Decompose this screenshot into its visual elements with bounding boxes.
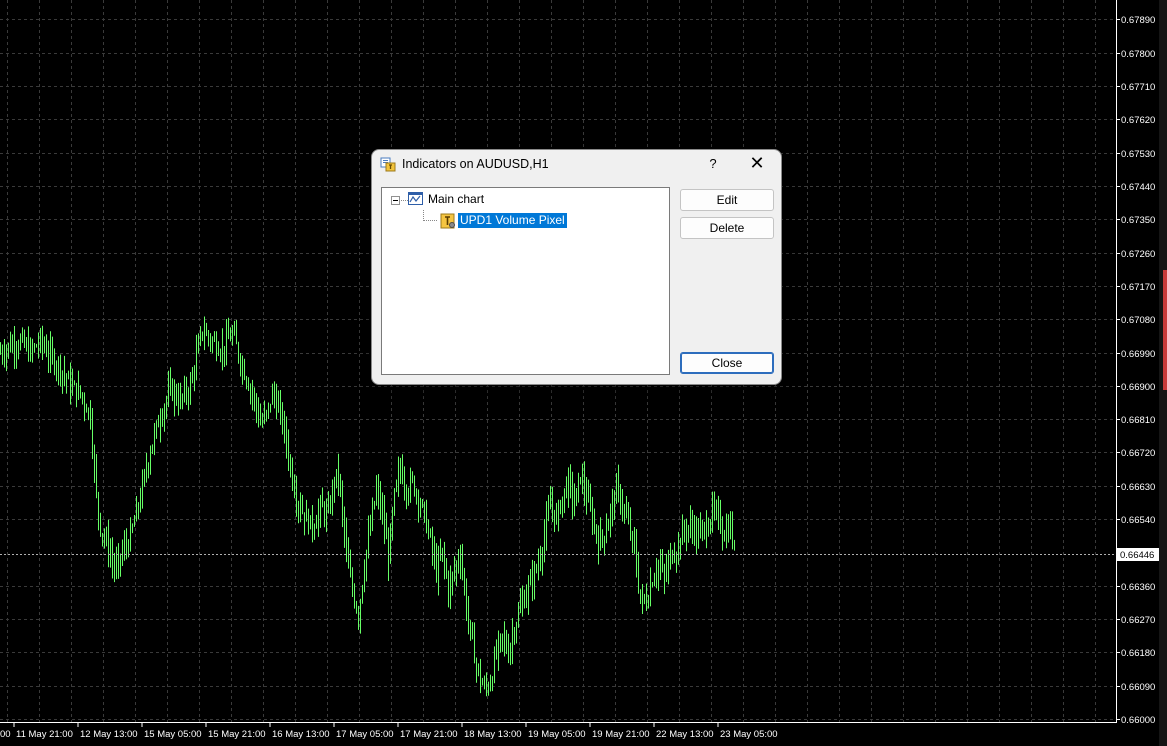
indicator-tree[interactable]: Main chart UPD1 Volume Pixel [381,187,670,375]
price-tick-label: 0.66360 [1121,582,1155,593]
time-tick-label: 23 May 05:00 [720,729,778,740]
price-tick-label: 0.66180 [1121,648,1155,659]
close-icon[interactable]: ✕ [744,153,770,175]
price-tick-label: 0.67800 [1121,49,1155,60]
time-tick-label: 15 May 21:00 [208,729,266,740]
custom-indicator-icon [440,213,455,229]
price-tick-label: 0.66540 [1121,515,1155,526]
collapse-icon[interactable] [391,196,400,205]
tree-connector [424,220,437,221]
price-tick-label: 0.67440 [1121,182,1155,193]
indicators-dialog: Indicators on AUDUSD,H1 ? ✕ Main chart U… [371,149,782,385]
price-tick-label: 0.67170 [1121,282,1155,293]
indicators-icon [380,157,396,172]
help-button[interactable]: ? [702,153,724,175]
right-edge-accent [1163,270,1167,390]
price-tick-label: 0.67080 [1121,315,1155,326]
edit-button[interactable]: Edit [680,189,774,211]
price-tick-label: 0.66900 [1121,382,1155,393]
price-tick-label: 0.67530 [1121,149,1155,160]
indicator-item-label[interactable]: UPD1 Volume Pixel [458,213,567,228]
current-price-label: 0.66446 [1120,550,1154,561]
price-tick-label: 0.66720 [1121,448,1155,459]
time-tick-label: 18 May 13:00 [464,729,522,740]
price-tick-label: 0.66270 [1121,615,1155,626]
time-tick-label: 17 May 05:00 [336,729,394,740]
time-tick-label: 00 [0,729,11,740]
price-tick-label: 0.66000 [1121,715,1155,726]
price-tick-label: 0.66990 [1121,349,1155,360]
main-chart-label: Main chart [428,192,485,206]
price-tick-label: 0.66630 [1121,482,1155,493]
time-tick-label: 19 May 05:00 [528,729,586,740]
price-tick-label: 0.67260 [1121,249,1155,260]
price-tick-label: 0.66810 [1121,415,1155,426]
close-button[interactable]: Close [680,352,774,374]
time-tick-label: 17 May 21:00 [400,729,458,740]
chart-window-icon [408,192,423,205]
dialog-title: Indicators on AUDUSD,H1 [402,157,549,171]
time-tick-label: 15 May 05:00 [144,729,202,740]
time-tick-label: 22 May 13:00 [656,729,714,740]
time-tick-label: 12 May 13:00 [80,729,138,740]
price-tick-label: 0.67710 [1121,82,1155,93]
time-axis-labels: 00 11 May 21:00 12 May 13:00 15 May 05:00 15… [0,722,778,740]
dialog-titlebar[interactable]: Indicators on AUDUSD,H1 ? ✕ [372,150,781,178]
price-tick-label: 0.66090 [1121,682,1155,693]
time-tick-label: 11 May 21:00 [16,729,73,740]
price-tick-label: 0.67890 [1121,15,1155,26]
price-tick-label: 0.67620 [1121,115,1155,126]
delete-button[interactable]: Delete [680,217,774,239]
price-tick-label: 0.67350 [1121,215,1155,226]
time-tick-label: 16 May 13:00 [272,729,330,740]
time-tick-label: 19 May 21:00 [592,729,650,740]
